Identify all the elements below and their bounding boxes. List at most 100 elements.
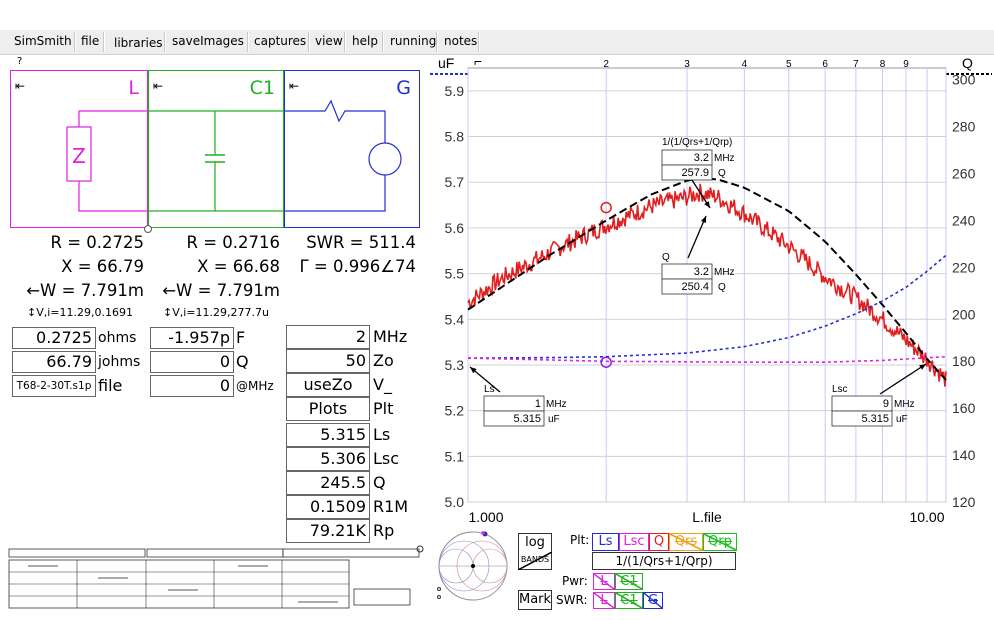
annotation-value-unit: Q [718, 282, 726, 293]
g-rp-value: 79.21K [286, 519, 370, 543]
annotation-freq-unit: MHz [714, 153, 735, 164]
c1-resistance: R = 0.2716 [186, 233, 280, 252]
menu-saveimages[interactable]: saveImages [172, 34, 244, 48]
y-left-tick-label: 5.8 [445, 129, 465, 145]
y-left-tick-label: 5.2 [445, 403, 465, 419]
element-pane-c1[interactable]: ⇤ C1 [148, 70, 285, 228]
plt-button-qrp[interactable]: Qrp [703, 533, 737, 551]
x-top-tick-label: 4 [742, 59, 748, 70]
menu-libraries[interactable]: libraries [114, 36, 162, 50]
c1-capacitance-unit: F [236, 328, 246, 347]
node-terminal-icon[interactable] [144, 225, 152, 233]
l-reactance: X = 66.79 [61, 257, 144, 276]
c1-reactance: X = 66.68 [197, 257, 280, 276]
formula-box[interactable]: 1/(1/Qrs+1/Qrp) [592, 552, 736, 570]
annotation-value: 257.9 [681, 167, 709, 179]
menu-notes[interactable]: notes [444, 34, 477, 48]
swr-button-g[interactable]: G [643, 592, 663, 609]
annotation-value: 5.315 [861, 413, 889, 425]
smith-chart-icon[interactable] [436, 527, 516, 605]
c1-q-freq-input[interactable]: 0 [150, 375, 234, 397]
g-usezo-button[interactable]: useZo [286, 373, 370, 397]
menu-separator [308, 32, 310, 52]
menu-separator [436, 32, 438, 52]
mark-button[interactable]: Mark [518, 590, 552, 610]
menu-captures[interactable]: captures [254, 34, 306, 48]
annotation-freq: 3.2 [694, 266, 709, 278]
g-zo-input[interactable]: 50 [286, 349, 370, 373]
y-left-tick-label: 5.3 [445, 357, 465, 373]
g-lsc-label: Lsc [373, 449, 400, 468]
x-top-tick-label: 3 [684, 59, 690, 70]
y-left-unit: uF [438, 56, 454, 71]
plt-button-qrs[interactable]: Qrs [669, 533, 703, 551]
g-ls-value: 5.315 [286, 423, 370, 447]
circuit-thumbnails[interactable] [8, 545, 426, 610]
y-right-unit: Q [962, 56, 973, 71]
frequency-plot[interactable]: 5.0 5.1 5.2 5.3 5.4 5.5 5.6 5.7 5.8 5.9 120 140 160 1… [430, 56, 994, 526]
pwr-button-l[interactable]: L [593, 573, 615, 590]
y-left-tick-label: 5.1 [445, 448, 465, 464]
plt-button-ls[interactable]: Ls [592, 533, 619, 551]
plt-label: Plt: [570, 533, 590, 547]
annotation-value-unit: uF [896, 414, 908, 425]
y-left-tick-label: 5.9 [445, 83, 465, 99]
annotation-freq-unit: MHz [894, 399, 915, 410]
g-r1m-value: 0.1509 [286, 495, 370, 519]
y-left-tick-label: 5.7 [445, 174, 465, 190]
y-right-tick-label: 260 [952, 166, 976, 182]
y-right-tick-label: 120 [952, 494, 976, 510]
annotation-value-unit: uF [548, 414, 560, 425]
c1-voltage-current: ↕V,i=11.29,277.7u [163, 306, 269, 319]
menu-file[interactable]: file [81, 34, 99, 48]
l-file-input[interactable]: T68-2-30T.s1p [12, 375, 96, 397]
l-resistance-input[interactable]: 0.2725 [12, 327, 96, 349]
c1-capacitance-input[interactable]: -1.957p [150, 327, 234, 349]
menu-separator [103, 32, 105, 52]
y-right-tick-label: 220 [952, 259, 976, 275]
menu-simsmith[interactable]: SimSmith [14, 34, 72, 48]
g-ls-label: Ls [373, 425, 391, 444]
g-plots-button[interactable]: Plots [286, 397, 370, 421]
x-top-tick-label: 5 [786, 59, 792, 70]
annotation-freq-unit: MHz [546, 399, 567, 410]
l-wavelength: ←W = 7.791m [26, 281, 144, 300]
annotation-freq: 3.2 [694, 152, 709, 164]
l-reactance-input[interactable]: 66.79 [12, 351, 96, 373]
g-frequency-input[interactable]: 2 [286, 325, 370, 349]
swr-button-l[interactable]: L [593, 592, 615, 609]
menu-separator [478, 32, 480, 52]
g-frequency-unit: MHz [373, 327, 408, 346]
element-pane-l[interactable]: ⇤ L Z [10, 70, 148, 228]
menu-running[interactable]: running [390, 34, 436, 48]
l-resistance: R = 0.2725 [50, 233, 144, 252]
x-top-tick-label: 7 [853, 59, 859, 70]
annotation-freq: 1 [535, 398, 541, 410]
c1-q-input[interactable]: 0 [150, 351, 234, 373]
g-plt-label: Plt [373, 399, 394, 418]
menu-help[interactable]: help [352, 34, 378, 48]
annotation-freq: 9 [883, 398, 889, 410]
annotation-value-unit: Q [718, 168, 726, 179]
chart-corner-mark: ⌐ [474, 56, 482, 69]
pwr-button-c1[interactable]: C1 [615, 573, 643, 590]
plt-button-q[interactable]: Q [649, 533, 669, 551]
bands-button[interactable]: BANDS [518, 552, 552, 570]
menu-bar: SimSmith file libraries saveImages captu… [0, 30, 994, 55]
menu-separator [247, 32, 249, 52]
element-pane-g[interactable]: ⇤ G [284, 70, 420, 228]
swr-button-c1[interactable]: C1 [615, 592, 643, 609]
menu-view[interactable]: view [315, 34, 343, 48]
menu-separator [74, 32, 76, 52]
help-mark[interactable]: ? [17, 56, 22, 67]
x-top-tick-label: 2 [603, 59, 609, 70]
y-right-tick-label: 140 [952, 447, 976, 463]
bands-label: BANDS [520, 555, 550, 564]
plt-button-lsc[interactable]: Lsc [619, 533, 649, 551]
x-top-tick-label: 8 [880, 59, 886, 70]
g-swr: SWR = 511.4 [306, 233, 416, 252]
y-left-tick-label: 5.5 [445, 266, 465, 282]
x-top-tick-label: 6 [822, 59, 828, 70]
l-voltage-current: ↕V,i=11.29,0.1691 [27, 306, 133, 319]
log-button[interactable]: log [518, 533, 552, 553]
